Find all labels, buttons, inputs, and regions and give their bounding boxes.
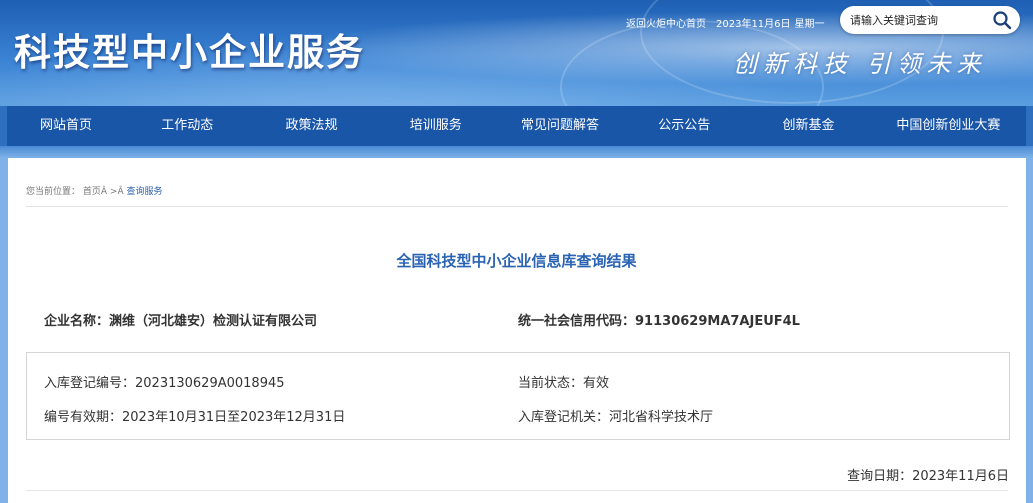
registration-no-row: 入库登记编号：2023130629A0018945 [44,372,285,391]
bottom-divider [26,490,1008,491]
nav-item-work-news[interactable]: 工作动态 [125,106,249,146]
nav-item-policies[interactable]: 政策法规 [249,106,373,146]
home-link[interactable]: 返回火炬中心首页 [626,19,706,30]
current-date: 2023年11月6日 [716,19,791,30]
validity-value: 2023年10月31日至2023年12月31日 [122,410,346,425]
authority-value: 河北省科学技术厅 [609,410,714,425]
query-date-value: 2023年11月6日 [912,469,1009,484]
breadcrumb-home[interactable]: 首页Â [83,187,107,197]
credit-code-row: 统一社会信用代码：91130629MA7AJEUF4L [518,310,800,329]
authority-row: 入库登记机关：河北省科学技术厅 [518,406,713,425]
status-label: 当前状态： [518,376,584,391]
site-title: 科技型中小企业服务 [14,31,365,74]
nav-item-home[interactable]: 网站首页 [7,106,125,146]
breadcrumb-prefix: 您当前位置： [26,187,81,197]
registration-no-value: 2023130629A0018945 [135,376,285,391]
registration-info-box [26,352,1010,440]
company-name-row: 企业名称：渊维（河北雄安）检测认证有限公司 [44,310,317,329]
top-links: 返回火炬中心首页 2023年11月6日 星期一 [626,15,835,30]
site-slogan: 创新科技 引领未来 [733,50,987,78]
registration-no-label: 入库登记编号： [44,376,136,391]
credit-code-label: 统一社会信用代码： [518,314,636,329]
company-name-label: 企业名称： [44,314,110,329]
content-panel [8,158,1026,503]
breadcrumb-current[interactable]: 查询服务 [126,187,162,197]
current-weekday: 星期一 [794,19,825,30]
search-box [840,6,1020,34]
status-row: 当前状态：有效 [518,372,609,391]
breadcrumb-divider [26,206,1008,207]
result-title: 全国科技型中小企业信息库查询结果 [396,252,637,270]
status-value: 有效 [583,376,610,391]
nav-item-faq[interactable]: 常见问题解答 [498,106,622,146]
nav-bottom-strip [0,146,1033,158]
nav-item-training[interactable]: 培训服务 [374,106,498,146]
authority-label: 入库登记机关： [518,410,610,425]
query-date-row: 查询日期：2023年11月6日 [847,465,1009,484]
breadcrumb: 您当前位置： 首页Â >Â 查询服务 [26,184,163,197]
nav-item-innovation-fund[interactable]: 创新基金 [746,106,870,146]
header-banner: 科技型中小企业服务 创新科技 引领未来 返回火炬中心首页 2023年11月6日 星期… [0,0,1033,106]
company-name-value: 渊维（河北雄安）检测认证有限公司 [109,314,318,329]
search-input[interactable] [850,11,985,29]
query-date-label: 查询日期： [847,469,913,484]
validity-label: 编号有效期： [44,410,123,425]
nav-item-announcements[interactable]: 公示公告 [622,106,746,146]
nav-item-competition[interactable]: 中国创新创业大赛 [871,106,1026,146]
page-border-right [1026,158,1033,503]
credit-code-value: 91130629MA7AJEUF4L [635,314,800,329]
validity-row: 编号有效期：2023年10月31日至2023年12月31日 [44,406,345,425]
breadcrumb-separator: >Â [107,187,127,197]
page-border-left [0,158,8,503]
search-icon[interactable] [992,10,1012,30]
main-nav: 网站首页 工作动态 政策法规 培训服务 常见问题解答 公示公告 创新基金 中国创… [7,106,1026,146]
